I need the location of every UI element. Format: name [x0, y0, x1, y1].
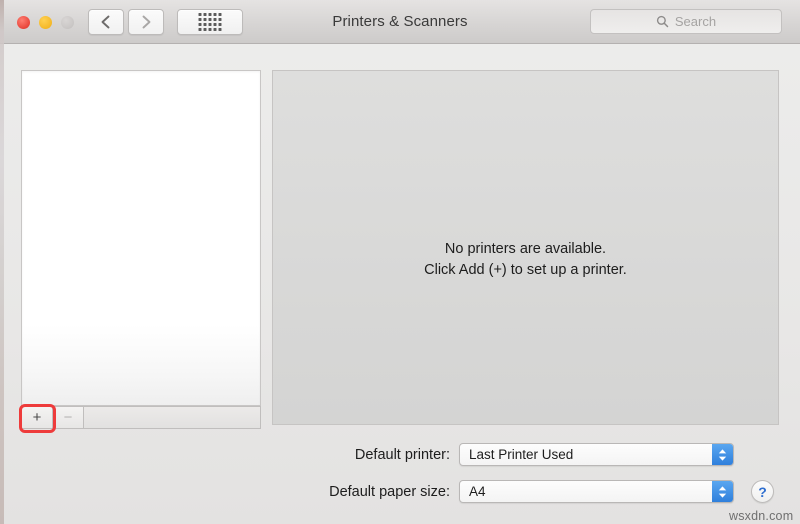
- printer-list-toolbar-filler: [83, 406, 261, 429]
- default-paper-size-label: Default paper size:: [329, 483, 450, 500]
- default-printer-select[interactable]: Last Printer Used: [459, 443, 734, 466]
- printer-list[interactable]: [21, 70, 261, 406]
- default-paper-size-row: Default paper size: A4: [0, 480, 734, 503]
- question-mark-icon: ?: [758, 483, 767, 500]
- remove-printer-button: −: [52, 406, 83, 429]
- default-paper-size-select[interactable]: A4: [459, 480, 734, 503]
- printer-list-toolbar: + −: [21, 406, 261, 429]
- default-printer-value: Last Printer Used: [469, 447, 574, 462]
- default-printer-stepper-icon[interactable]: [712, 444, 733, 465]
- search-icon: [656, 15, 669, 28]
- default-printer-row: Default printer: Last Printer Used: [0, 443, 734, 466]
- search-field[interactable]: Search: [590, 9, 782, 34]
- search-input[interactable]: Search: [675, 14, 716, 29]
- empty-state-line-2: Click Add (+) to set up a printer.: [424, 262, 627, 278]
- default-paper-size-value: A4: [469, 484, 486, 499]
- watermark: wsxdn.com: [729, 509, 794, 523]
- add-printer-button[interactable]: +: [21, 406, 52, 429]
- printer-detail-panel: No printers are available. Click Add (+)…: [272, 70, 779, 425]
- empty-state-message: No printers are available. Click Add (+)…: [273, 239, 778, 281]
- preferences-content: + − No printers are available. Click Add…: [0, 44, 800, 524]
- preferences-window: Printers & Scanners Search + − No printe: [0, 0, 800, 524]
- window-titlebar: Printers & Scanners Search: [0, 0, 800, 44]
- default-printer-label: Default printer:: [354, 446, 450, 463]
- default-paper-size-stepper-icon[interactable]: [712, 481, 733, 502]
- help-button[interactable]: ?: [751, 480, 774, 503]
- empty-state-line-1: No printers are available.: [444, 241, 607, 257]
